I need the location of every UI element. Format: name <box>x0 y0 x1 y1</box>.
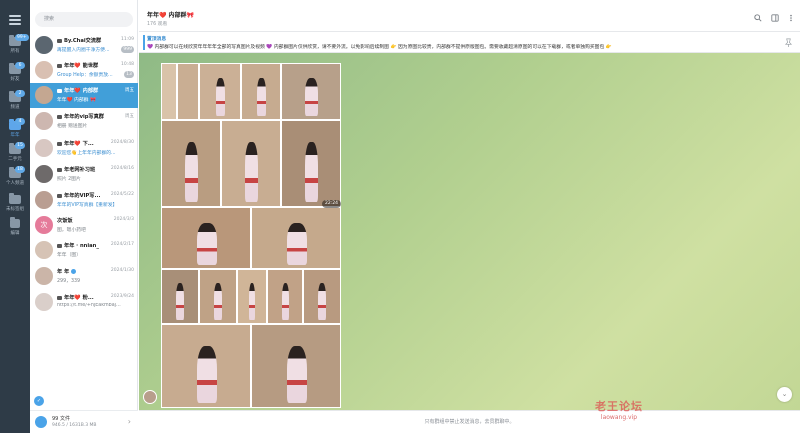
chat-item[interactable]: 年年的VIP写... 2024/5/22 年年的VIP写真群【重新发】 <box>30 188 138 213</box>
chat-panel: 年年❤️ 内部群🎀 176 观看 置顶消息 💜 内部群可以在线欣赏年年年年全部的… <box>139 0 800 433</box>
group-icon <box>57 114 62 119</box>
group-icon <box>57 38 62 43</box>
chat-list: 搜索 By.Chai交流群 11:09 再提醒入内圈干净方便... 999 年年… <box>30 0 138 433</box>
group-icon <box>57 193 62 198</box>
chat-item[interactable]: 年年 · nnian_ 2024/2/17 年年（图） <box>30 238 138 263</box>
photo[interactable] <box>251 207 341 269</box>
folder-badge: 2 <box>15 90 25 97</box>
avatar <box>35 86 53 104</box>
photo[interactable] <box>161 269 199 324</box>
folder-channels[interactable]: 2 频道 <box>0 90 30 116</box>
folder-friends[interactable]: 6 好友 <box>0 62 30 88</box>
photo[interactable] <box>303 269 341 324</box>
photo[interactable] <box>161 120 221 207</box>
folder-secondhand[interactable]: 15 二手元 <box>0 142 30 168</box>
photo[interactable] <box>199 269 237 324</box>
chat-background: 22:24 ⌄ <box>139 53 800 410</box>
pin-icon[interactable] <box>784 38 793 47</box>
chat-item[interactable]: 年年的vip写真群 周五 相册 赠送图片 <box>30 109 138 134</box>
chat-item-selected[interactable]: 年年❤️ 内部群 周五 年年❤️ 内部群 🎀 <box>30 83 138 108</box>
video-duration: 22:24 <box>322 200 341 208</box>
menu-icon[interactable] <box>9 15 21 25</box>
chat-subtitle: 176 观看 <box>147 22 168 27</box>
chat-title[interactable]: 年年❤️ 内部群🎀 <box>147 10 194 19</box>
photo[interactable] <box>267 269 303 324</box>
photo[interactable] <box>199 63 241 120</box>
photo-album[interactable] <box>161 63 341 408</box>
unread-badge: 999 <box>121 46 134 53</box>
verified-icon <box>71 269 77 274</box>
chevron-right-icon: › <box>127 417 131 426</box>
avatar <box>35 165 53 183</box>
folder-badge: 99+ <box>15 34 29 41</box>
chat-item[interactable]: 年年❤️ 粉... 2023/9/24 https://t.me/+hjEakm… <box>30 290 138 315</box>
group-icon <box>57 141 62 146</box>
folder-icon <box>9 193 21 204</box>
photo[interactable] <box>177 63 199 120</box>
photo[interactable] <box>281 120 341 207</box>
group-icon <box>57 243 62 248</box>
file-icon <box>35 416 47 428</box>
photo[interactable] <box>281 63 341 120</box>
photo[interactable] <box>161 207 251 269</box>
more-icon[interactable] <box>787 14 795 22</box>
avatar <box>35 191 53 209</box>
group-icon <box>57 88 62 93</box>
group-icon <box>57 167 62 172</box>
avatar: 次 <box>35 216 53 234</box>
group-icon <box>57 295 62 300</box>
photo[interactable] <box>221 120 281 207</box>
folder-all[interactable]: 99+ 所有 <box>0 34 30 60</box>
scroll-down-button[interactable]: ⌄ <box>777 387 792 402</box>
photo[interactable] <box>237 269 267 324</box>
chat-item[interactable]: 年老网补习班 2024/8/16 照片 2图片 <box>30 162 138 187</box>
search-icon[interactable] <box>754 14 762 22</box>
sender-avatar[interactable] <box>143 390 157 404</box>
search-input[interactable]: 搜索 <box>35 12 133 27</box>
avatar <box>35 112 53 130</box>
pinned-message[interactable]: 置顶消息 💜 内部群可以在线欣赏年年年年全部的写真图片及视频 💜 内部群图片仅供… <box>139 32 800 53</box>
edit-icon <box>10 217 20 228</box>
watermark: 老王论坛 laowang.vip <box>595 400 643 421</box>
photo[interactable] <box>161 324 251 408</box>
composer-disabled: 只有群组中禁止发送消息，去员群聊中。 <box>139 410 800 433</box>
chat-item[interactable]: By.Chai交流群 11:09 再提醒入内圈干净方便... 999 <box>30 33 138 58</box>
avatar <box>35 36 53 54</box>
photo[interactable] <box>241 63 281 120</box>
photo[interactable] <box>161 63 177 120</box>
avatar <box>35 61 53 79</box>
file-summary[interactable]: 99 文件 946.5 / 1631B.3 MB › <box>30 410 138 433</box>
sidebar-toggle-icon[interactable] <box>771 14 779 22</box>
folder-untagged[interactable]: 未标签组 <box>0 192 30 218</box>
folder-niannian[interactable]: 4 年年 <box>0 118 30 144</box>
avatar <box>35 139 53 157</box>
folder-personal[interactable]: 18 个人频道 <box>0 166 30 192</box>
avatar <box>35 293 53 311</box>
chat-item[interactable]: 年年❤️ 下... 2024/8/30 欢迎您👋上年年内部群的... <box>30 136 138 161</box>
unread-badge: 13 <box>124 71 134 78</box>
group-icon <box>57 63 62 68</box>
folder-badge: 18 <box>15 166 25 173</box>
folder-badge: 6 <box>15 62 25 69</box>
shield-icon[interactable]: ✓ <box>34 396 44 406</box>
chat-item[interactable]: 次 次饭饭 2024/3/3 图，嗯小药吧 <box>30 213 138 238</box>
avatar <box>35 241 53 259</box>
photo[interactable] <box>251 324 341 408</box>
chat-item[interactable]: 年 年 2024/1/30 299，339 <box>30 264 138 289</box>
chat-header: 年年❤️ 内部群🎀 176 观看 <box>139 0 800 32</box>
folder-badge: 15 <box>15 142 25 149</box>
folder-edit[interactable]: 编辑 <box>0 216 30 242</box>
folder-badge: 4 <box>15 118 25 125</box>
avatar <box>35 267 53 285</box>
chat-item[interactable]: 年年❤️ 能世群 10:48 Group Help：余额贵放... 13 <box>30 58 138 83</box>
folder-rail: 99+ 所有 6 好友 2 频道 4 年年 15 二手元 18 个人频道 未标签… <box>0 0 30 433</box>
